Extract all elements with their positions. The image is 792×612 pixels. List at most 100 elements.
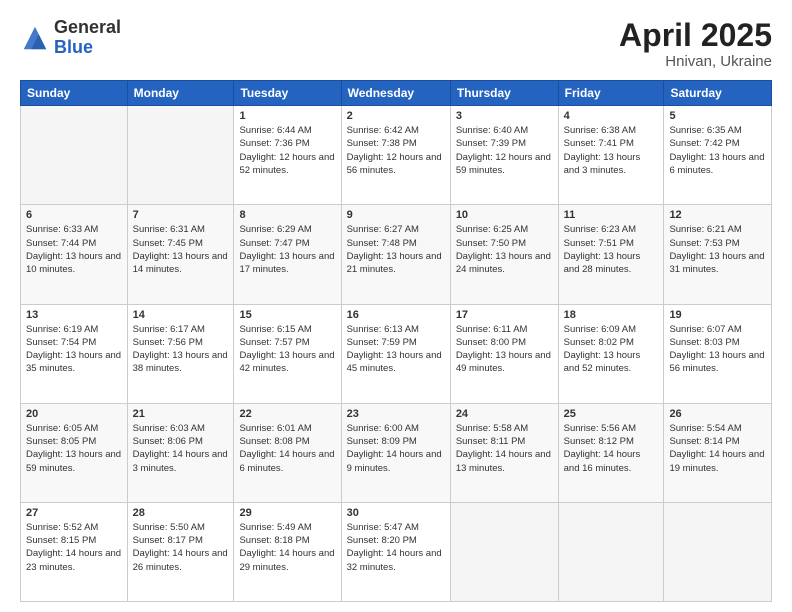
day-number: 23 <box>347 408 445 420</box>
logo-icon <box>20 23 50 53</box>
day-info: Sunrise: 6:42 AMSunset: 7:38 PMDaylight:… <box>347 124 445 177</box>
day-info: Sunrise: 6:19 AMSunset: 7:54 PMDaylight:… <box>26 323 122 376</box>
calendar-cell: 6Sunrise: 6:33 AMSunset: 7:44 PMDaylight… <box>21 205 128 304</box>
calendar-cell: 26 Sunrise: 5:54 AMSunset: 8:14 PMDayligh… <box>664 403 772 502</box>
day-info: Sunrise: 5:58 AMSunset: 8:11 PMDaylight:… <box>456 422 553 475</box>
calendar-header-tuesday: Tuesday <box>234 81 341 106</box>
calendar-cell <box>21 106 128 205</box>
calendar-week-5: 27Sunrise: 5:52 AMSunset: 8:15 PMDayligh… <box>21 502 772 601</box>
day-number: 9 <box>347 209 445 221</box>
calendar-header-saturday: Saturday <box>664 81 772 106</box>
day-info: Sunrise: 5:49 AMSunset: 8:18 PMDaylight:… <box>239 521 335 574</box>
calendar-header-wednesday: Wednesday <box>341 81 450 106</box>
day-info: Sunrise: 5:47 AMSunset: 8:20 PMDaylight:… <box>347 521 445 574</box>
day-number: 16 <box>347 309 445 321</box>
title-block: April 2025 Hnivan, Ukraine <box>619 18 772 70</box>
day-info: Sunrise: 6:01 AMSunset: 8:08 PMDaylight:… <box>239 422 335 475</box>
day-number: 7 <box>133 209 229 221</box>
day-number: 2 <box>347 110 445 122</box>
calendar-cell: 18 Sunrise: 6:09 AMSunset: 8:02 PMDayligh… <box>558 304 664 403</box>
day-number: 25 <box>564 408 659 420</box>
day-info: Sunrise: 6:15 AMSunset: 7:57 PMDaylight:… <box>239 323 335 376</box>
calendar-cell: 2 Sunrise: 6:42 AMSunset: 7:38 PMDaylight… <box>341 106 450 205</box>
day-info: Sunrise: 6:35 AMSunset: 7:42 PMDaylight:… <box>669 124 766 177</box>
calendar-cell: 22 Sunrise: 6:01 AMSunset: 8:08 PMDayligh… <box>234 403 341 502</box>
calendar-cell: 3 Sunrise: 6:40 AMSunset: 7:39 PMDaylight… <box>450 106 558 205</box>
day-number: 17 <box>456 309 553 321</box>
calendar-cell: 9Sunrise: 6:27 AMSunset: 7:48 PMDaylight… <box>341 205 450 304</box>
calendar-cell: 27Sunrise: 5:52 AMSunset: 8:15 PMDayligh… <box>21 502 128 601</box>
calendar-header-friday: Friday <box>558 81 664 106</box>
calendar-cell <box>558 502 664 601</box>
calendar-week-3: 13 Sunrise: 6:19 AMSunset: 7:54 PMDayligh… <box>21 304 772 403</box>
day-info: Sunrise: 6:25 AMSunset: 7:50 PMDaylight:… <box>456 223 553 276</box>
calendar-cell: 29 Sunrise: 5:49 AMSunset: 8:18 PMDayligh… <box>234 502 341 601</box>
day-number: 8 <box>239 209 335 221</box>
day-info: Sunrise: 6:29 AMSunset: 7:47 PMDaylight:… <box>239 223 335 276</box>
calendar-cell: 23 Sunrise: 6:00 AMSunset: 8:09 PMDayligh… <box>341 403 450 502</box>
day-info: Sunrise: 6:21 AMSunset: 7:53 PMDaylight:… <box>669 223 766 276</box>
calendar-week-1: 1Sunrise: 6:44 AMSunset: 7:36 PMDaylight… <box>21 106 772 205</box>
calendar-cell: 24 Sunrise: 5:58 AMSunset: 8:11 PMDayligh… <box>450 403 558 502</box>
day-info: Sunrise: 6:09 AMSunset: 8:02 PMDaylight:… <box>564 323 659 376</box>
calendar-cell <box>127 106 234 205</box>
page: General Blue April 2025 Hnivan, Ukraine … <box>0 0 792 612</box>
calendar-cell <box>450 502 558 601</box>
day-number: 13 <box>26 309 122 321</box>
day-info: Sunrise: 5:50 AMSunset: 8:17 PMDaylight:… <box>133 521 229 574</box>
calendar-cell: 8 Sunrise: 6:29 AMSunset: 7:47 PMDaylight… <box>234 205 341 304</box>
day-info: Sunrise: 5:54 AMSunset: 8:14 PMDaylight:… <box>669 422 766 475</box>
calendar-week-4: 20 Sunrise: 6:05 AMSunset: 8:05 PMDayligh… <box>21 403 772 502</box>
calendar-cell <box>664 502 772 601</box>
calendar: SundayMondayTuesdayWednesdayThursdayFrid… <box>20 80 772 602</box>
calendar-header-thursday: Thursday <box>450 81 558 106</box>
calendar-cell: 12Sunrise: 6:21 AMSunset: 7:53 PMDayligh… <box>664 205 772 304</box>
calendar-cell: 19Sunrise: 6:07 AMSunset: 8:03 PMDayligh… <box>664 304 772 403</box>
day-number: 22 <box>239 408 335 420</box>
month-title: April 2025 <box>619 18 772 53</box>
location: Hnivan, Ukraine <box>619 53 772 70</box>
day-number: 28 <box>133 507 229 519</box>
day-info: Sunrise: 6:03 AMSunset: 8:06 PMDaylight:… <box>133 422 229 475</box>
day-number: 19 <box>669 309 766 321</box>
day-number: 24 <box>456 408 553 420</box>
calendar-cell: 14 Sunrise: 6:17 AMSunset: 7:56 PMDayligh… <box>127 304 234 403</box>
day-number: 15 <box>239 309 335 321</box>
day-number: 29 <box>239 507 335 519</box>
day-number: 27 <box>26 507 122 519</box>
calendar-header-row: SundayMondayTuesdayWednesdayThursdayFrid… <box>21 81 772 106</box>
logo: General Blue <box>20 18 121 58</box>
calendar-cell: 11Sunrise: 6:23 AMSunset: 7:51 PMDayligh… <box>558 205 664 304</box>
day-number: 5 <box>669 110 766 122</box>
day-number: 14 <box>133 309 229 321</box>
day-number: 26 <box>669 408 766 420</box>
logo-blue: Blue <box>54 38 121 58</box>
day-info: Sunrise: 6:33 AMSunset: 7:44 PMDaylight:… <box>26 223 122 276</box>
day-number: 4 <box>564 110 659 122</box>
calendar-cell: 4 Sunrise: 6:38 AMSunset: 7:41 PMDaylight… <box>558 106 664 205</box>
day-number: 30 <box>347 507 445 519</box>
day-info: Sunrise: 6:44 AMSunset: 7:36 PMDaylight:… <box>239 124 335 177</box>
logo-text: General Blue <box>54 18 121 58</box>
calendar-cell: 7 Sunrise: 6:31 AMSunset: 7:45 PMDaylight… <box>127 205 234 304</box>
calendar-cell: 1Sunrise: 6:44 AMSunset: 7:36 PMDaylight… <box>234 106 341 205</box>
day-info: Sunrise: 6:17 AMSunset: 7:56 PMDaylight:… <box>133 323 229 376</box>
calendar-cell: 28 Sunrise: 5:50 AMSunset: 8:17 PMDayligh… <box>127 502 234 601</box>
day-number: 3 <box>456 110 553 122</box>
calendar-cell: 5 Sunrise: 6:35 AMSunset: 7:42 PMDaylight… <box>664 106 772 205</box>
day-info: Sunrise: 6:38 AMSunset: 7:41 PMDaylight:… <box>564 124 659 177</box>
day-info: Sunrise: 6:31 AMSunset: 7:45 PMDaylight:… <box>133 223 229 276</box>
calendar-cell: 20 Sunrise: 6:05 AMSunset: 8:05 PMDayligh… <box>21 403 128 502</box>
day-number: 20 <box>26 408 122 420</box>
day-info: Sunrise: 6:05 AMSunset: 8:05 PMDaylight:… <box>26 422 122 475</box>
logo-general: General <box>54 18 121 38</box>
calendar-cell: 13 Sunrise: 6:19 AMSunset: 7:54 PMDayligh… <box>21 304 128 403</box>
day-info: Sunrise: 6:00 AMSunset: 8:09 PMDaylight:… <box>347 422 445 475</box>
calendar-cell: 10Sunrise: 6:25 AMSunset: 7:50 PMDayligh… <box>450 205 558 304</box>
day-info: Sunrise: 6:40 AMSunset: 7:39 PMDaylight:… <box>456 124 553 177</box>
day-number: 18 <box>564 309 659 321</box>
day-info: Sunrise: 6:23 AMSunset: 7:51 PMDaylight:… <box>564 223 659 276</box>
header: General Blue April 2025 Hnivan, Ukraine <box>20 18 772 70</box>
calendar-week-2: 6Sunrise: 6:33 AMSunset: 7:44 PMDaylight… <box>21 205 772 304</box>
day-info: Sunrise: 5:56 AMSunset: 8:12 PMDaylight:… <box>564 422 659 475</box>
